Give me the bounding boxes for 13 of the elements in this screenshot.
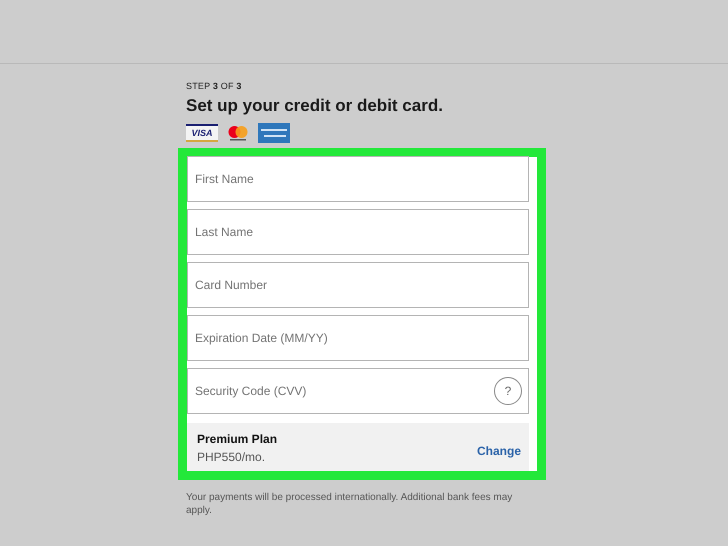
input-field[interactable]: Expiration Date (MM/YY) bbox=[187, 315, 529, 361]
plan-name: Premium Plan bbox=[197, 432, 278, 446]
help-icon[interactable]: ? bbox=[494, 377, 522, 405]
input-field[interactable]: First Name bbox=[187, 156, 529, 202]
input-field[interactable]: Card Number bbox=[187, 262, 529, 308]
step-indicator: STEP 3 OF 3 bbox=[186, 81, 243, 91]
page-title: Set up your credit or debit card. bbox=[186, 96, 444, 116]
change-link[interactable]: Change bbox=[476, 444, 521, 458]
plan-price: PHP550/mo. bbox=[197, 450, 266, 464]
mastercard-icon bbox=[226, 124, 250, 142]
input-field[interactable]: Last Name bbox=[187, 209, 529, 255]
payment-note: Your payments will be processed internationally. Additional bank fees may apply. bbox=[186, 492, 514, 517]
visa-logo: VISA bbox=[186, 124, 218, 142]
